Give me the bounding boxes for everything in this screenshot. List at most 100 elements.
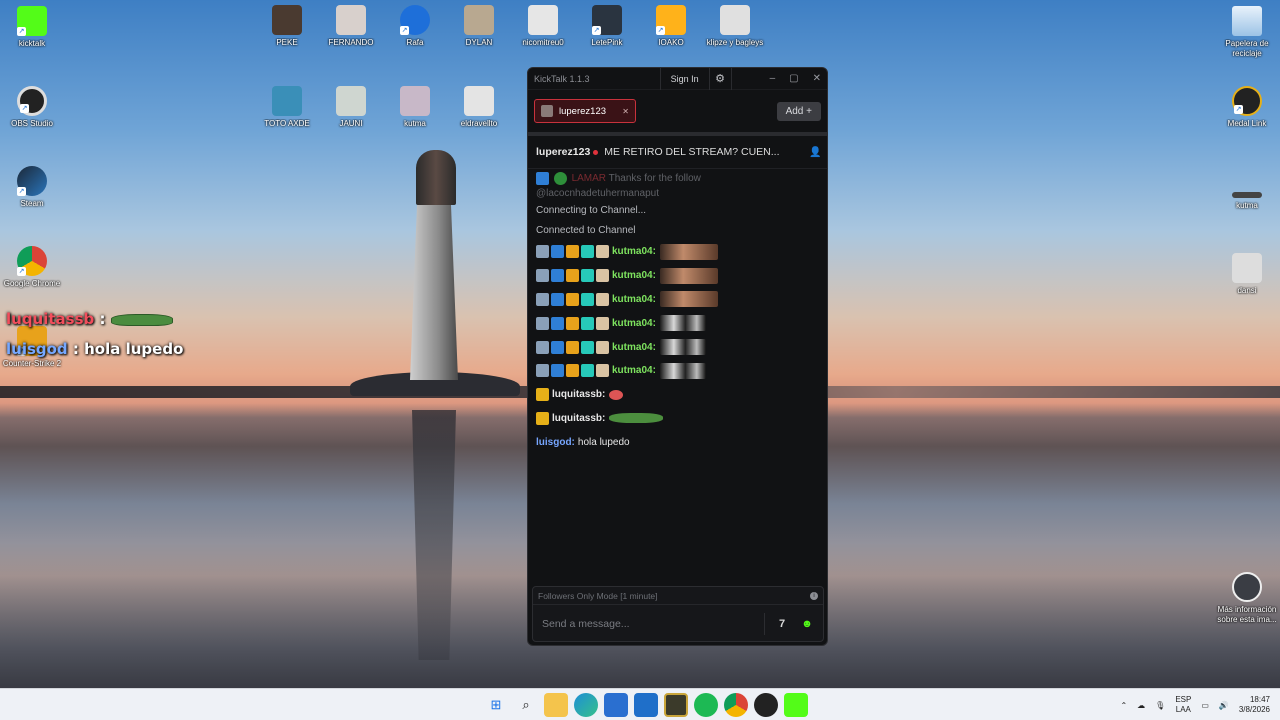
chat-username[interactable]: luisgod: — [536, 437, 575, 448]
desktop-icon-kutma-right[interactable]: kutma — [1215, 180, 1279, 211]
crown-badge-icon — [566, 245, 579, 259]
emote-image — [659, 291, 718, 308]
desktop-icon-spotlight-info[interactable]: Más información sobre esta ima... — [1215, 572, 1279, 625]
image-icon — [272, 86, 302, 116]
desktop-icon-letepink[interactable]: ↗ LetePink — [575, 5, 639, 48]
desktop-icon-recycle-bin[interactable]: Papelera de reciclaje — [1215, 6, 1279, 59]
rocket-league-icon: ↗ — [400, 5, 430, 35]
file-explorer-icon[interactable] — [544, 693, 568, 717]
outlook-icon[interactable] — [634, 693, 658, 717]
overlay-chat-line-1: luquitassb : — [6, 310, 173, 328]
message-input[interactable] — [542, 617, 756, 630]
7tv-emote-icon[interactable]: 7 — [773, 615, 791, 633]
store-icon[interactable] — [604, 693, 628, 717]
desktop-icon-obs[interactable]: ↗ OBS Studio — [0, 86, 64, 129]
language-indicator[interactable]: ESP LAA — [1175, 695, 1191, 715]
emote-image — [659, 243, 718, 260]
sword-badge-icon — [551, 364, 564, 378]
badge-icon — [596, 340, 609, 354]
obs-icon[interactable] — [754, 693, 778, 717]
desktop-icon-chrome[interactable]: ↗ Google Chrome — [0, 246, 64, 289]
chat-message: luquitassb: — [536, 383, 819, 407]
clock[interactable]: 18:47 3/8/2026 — [1239, 695, 1270, 715]
streamer-name: luperez123 — [536, 146, 591, 158]
chat-username[interactable]: kutma04: — [612, 294, 656, 305]
spotify-icon[interactable] — [694, 693, 718, 717]
desktop-icon-peke[interactable]: PEKE — [255, 5, 319, 48]
desktop-icon-dansi[interactable]: dansi — [1215, 253, 1279, 296]
app-title: KickTalk 1.1.3 — [534, 73, 590, 84]
check-icon — [553, 171, 567, 185]
volume-icon[interactable]: 🔊 — [1219, 701, 1229, 710]
gear-icon[interactable]: ⚙ — [710, 68, 732, 90]
tab-luperez123[interactable]: luperez123 ✕ — [534, 99, 636, 123]
info-icon[interactable]: i — [810, 591, 818, 600]
chat-feed: LAMAR Thanks for the follow @lacocnhadet… — [528, 169, 827, 584]
edge-icon[interactable] — [574, 693, 598, 717]
desktop-icon-medal-link[interactable]: ↗ Medal Link — [1215, 86, 1279, 129]
sword-badge-icon — [551, 316, 564, 330]
desktop-icon-jauni[interactable]: JAUNI — [319, 86, 383, 129]
kicktalk-window: KickTalk 1.1.3 Sign In ⚙ – ▢ ✕ luperez12… — [527, 67, 828, 646]
desktop-icon-steam[interactable]: ↗ Steam — [0, 166, 64, 209]
chrome-icon: ↗ — [17, 246, 47, 276]
taskbar-apps: ⊞ ⌕ — [484, 693, 808, 717]
kicktalk-icon[interactable] — [784, 693, 808, 717]
plus-icon: + — [806, 105, 812, 117]
chat-username[interactable]: kutma04: — [612, 270, 656, 281]
badge-icon — [581, 245, 594, 259]
game-launcher-icon[interactable] — [664, 693, 688, 717]
chat-username[interactable]: luquitassb: — [552, 413, 605, 424]
chat-message-text: hola lupedo — [577, 436, 630, 448]
chat-message: kutma04: — [536, 311, 819, 335]
minimize-button[interactable]: – — [770, 73, 776, 84]
badge-icon — [536, 364, 549, 378]
crown-badge-icon — [566, 269, 579, 283]
add-channel-button[interactable]: Add + — [776, 101, 821, 121]
desktop-icon-rafa[interactable]: ↗ Rafa — [383, 5, 447, 48]
chat-username[interactable]: kutma04: — [612, 318, 656, 329]
tabs-bar: luperez123 ✕ Add + — [528, 90, 827, 136]
badge-icon — [596, 316, 609, 330]
chat-username[interactable]: kutma04: — [612, 365, 656, 376]
desktop-icon-dylan[interactable]: DYLAN — [447, 5, 511, 48]
maximize-button[interactable]: ▢ — [789, 73, 798, 84]
desktop-icon-fernando[interactable]: FERNANDO — [319, 5, 383, 48]
desktop-icon-klipze[interactable]: klipze y bagleys — [703, 5, 767, 48]
sign-in-button[interactable]: Sign In — [659, 68, 710, 90]
desktop-icon-nicomitreu0[interactable]: nicomitreu0 — [511, 5, 575, 48]
chevron-up-icon[interactable]: ⌃ — [1120, 701, 1127, 710]
badge-icon — [581, 316, 594, 330]
sword-badge-icon — [551, 245, 564, 259]
title-bar: KickTalk 1.1.3 Sign In ⚙ – ▢ ✕ — [528, 68, 827, 90]
lighthouse-tower — [410, 200, 458, 380]
chat-username[interactable]: kutma04: — [612, 246, 656, 257]
chat-message: kutma04: — [536, 288, 819, 312]
image-icon — [400, 86, 430, 116]
network-icon[interactable]: ▭ — [1201, 701, 1209, 710]
cloud-icon[interactable]: ☁ — [1137, 701, 1145, 710]
microphone-icon[interactable]: 🎙 — [1155, 701, 1165, 710]
badge-icon — [596, 292, 609, 306]
kick-emote-icon[interactable]: ☻ — [798, 615, 816, 633]
close-button[interactable]: ✕ — [813, 73, 821, 84]
desktop-icon-kutma[interactable]: kutma — [383, 86, 447, 129]
desktop-icon-toto-axde[interactable]: TOTO AXDE — [255, 86, 319, 129]
chat-username[interactable]: kutma04: — [612, 342, 656, 353]
search-icon[interactable]: ⌕ — [514, 693, 538, 717]
close-tab-icon[interactable]: ✕ — [622, 107, 629, 116]
badge-icon — [581, 364, 594, 378]
system-message: Connected to Channel — [536, 224, 636, 236]
user-list-icon[interactable]: 👤 — [809, 147, 821, 158]
desktop-icon-kicktalk[interactable]: ↗ kicktalk — [0, 6, 64, 49]
chrome-icon[interactable] — [724, 693, 748, 717]
badge-icon — [536, 316, 549, 330]
frog-emote — [609, 413, 664, 424]
windows-start-icon[interactable]: ⊞ — [484, 693, 508, 717]
lighthouse-reflection — [412, 410, 456, 660]
divider — [764, 612, 765, 635]
chat-username[interactable]: luquitassb: — [552, 389, 605, 400]
chat-input-area: Followers Only Mode [1 minute] i 7 ☻ — [532, 586, 824, 642]
desktop-icon-ioako[interactable]: ↗ IOAKO — [639, 5, 703, 48]
desktop-icon-eldravellto[interactable]: eldravellto — [447, 86, 511, 129]
